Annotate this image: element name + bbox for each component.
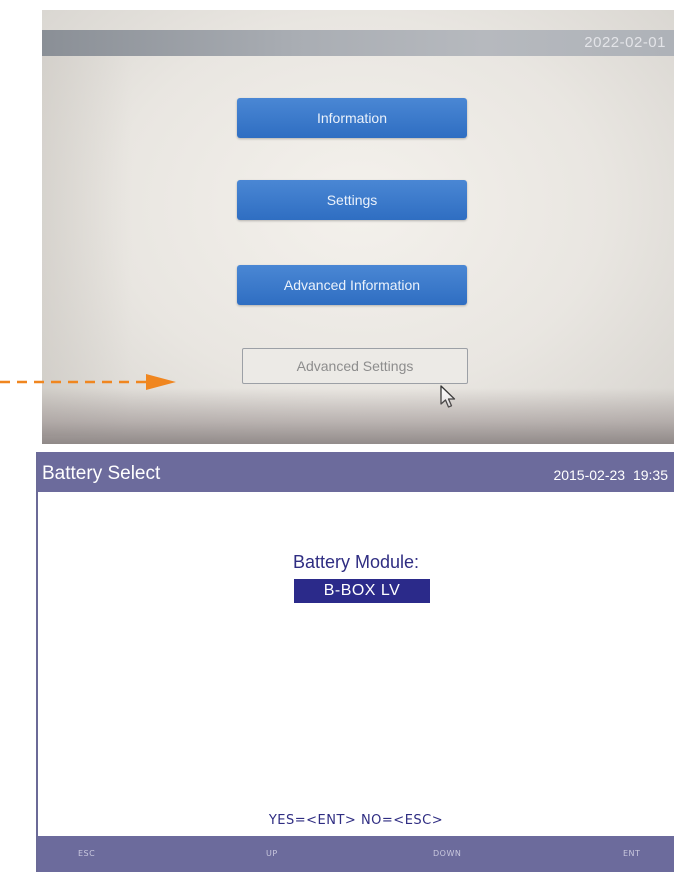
information-button[interactable]: Information (237, 98, 467, 138)
screen-datetime: 2015-02-23 19:35 (553, 467, 668, 483)
advanced-settings-button[interactable]: Advanced Settings (242, 348, 468, 384)
battery-select-screen: Battery Select 2015-02-23 19:35 Battery … (36, 452, 674, 872)
battery-module-select[interactable]: B-BOX LV (294, 579, 430, 603)
screen-footer: ESC UP DOWN ENT (38, 836, 674, 872)
battery-module-label: Battery Module: (292, 552, 420, 572)
screen-header: Battery Select 2015-02-23 19:35 (38, 452, 674, 492)
down-key[interactable]: DOWN (433, 849, 461, 858)
up-key[interactable]: UP (266, 849, 278, 858)
confirm-prompt: YES=<ENT> NO=<ESC> (268, 813, 444, 828)
photo-top-bar (42, 30, 674, 56)
photo-date: 2022-02-01 (584, 34, 666, 51)
screen-title: Battery Select (42, 463, 161, 484)
advanced-information-button[interactable]: Advanced Information (237, 265, 467, 305)
esc-key[interactable]: ESC (78, 849, 95, 858)
dashed-arrow-icon (0, 374, 176, 390)
ent-key[interactable]: ENT (623, 849, 640, 858)
settings-button[interactable]: Settings (237, 180, 467, 220)
photo-bottom-shadow (42, 388, 674, 444)
